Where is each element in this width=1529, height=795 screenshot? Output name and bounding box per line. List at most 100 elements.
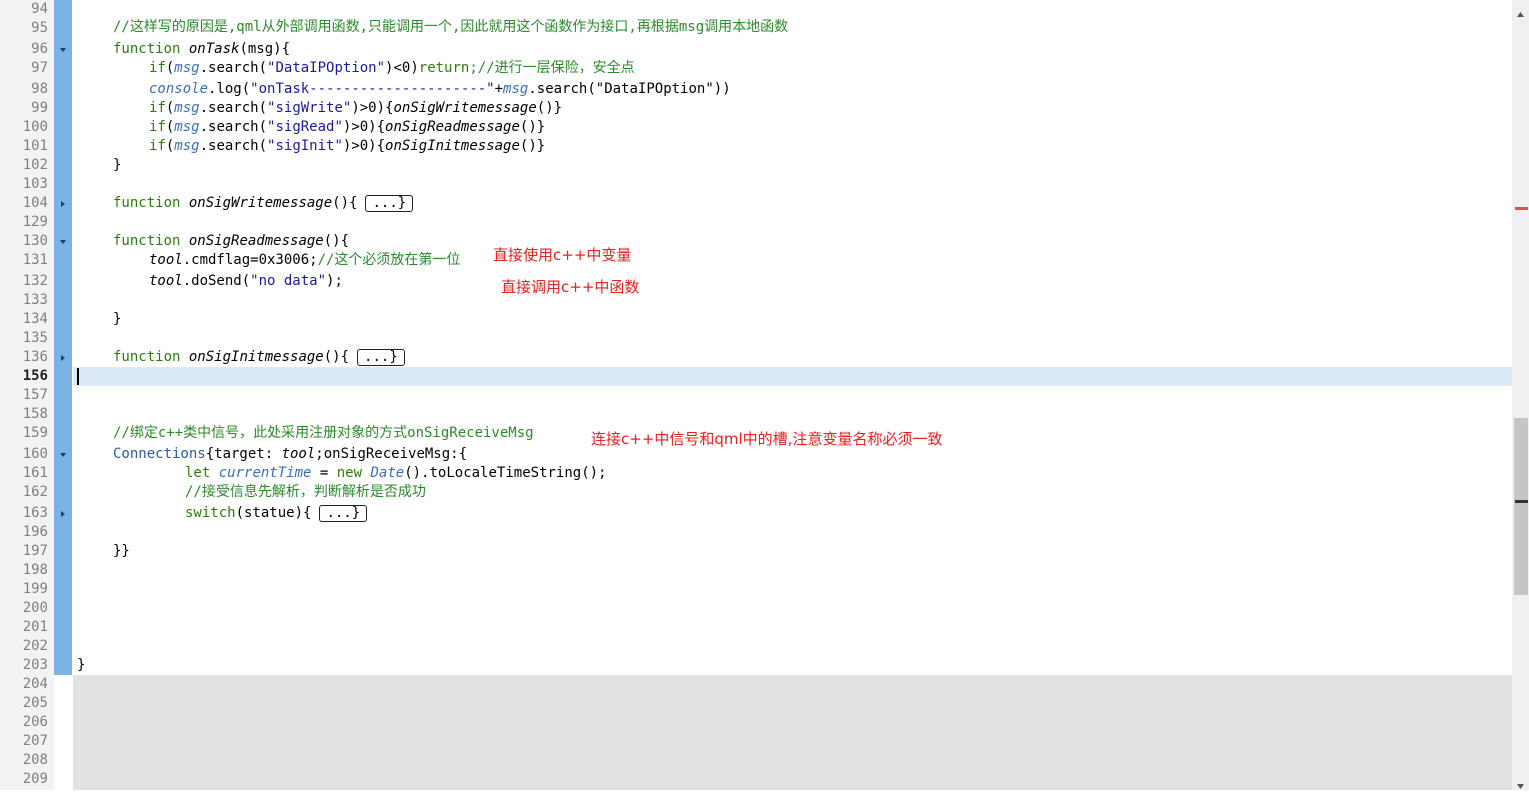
string-literal: "no data" bbox=[250, 273, 327, 289]
vertical-scrollbar[interactable] bbox=[1512, 0, 1529, 790]
code-line-136[interactable]: function onSigInitmessage(){...} bbox=[113, 348, 405, 367]
line-number: 100 bbox=[22, 119, 48, 135]
scroll-up-arrow-icon[interactable] bbox=[1516, 4, 1525, 17]
code-text: }} bbox=[113, 543, 130, 559]
identifier: tool bbox=[149, 273, 183, 289]
line-number: 95 bbox=[31, 20, 48, 36]
code-line-101[interactable]: if(msg.search("sigInit")>0){onSigInitmes… bbox=[149, 137, 545, 156]
code-line-96[interactable]: function onTask(msg){ bbox=[113, 40, 290, 59]
identifier: msg bbox=[174, 138, 200, 154]
code-text: )>0){ bbox=[342, 138, 386, 154]
fold-expanded-icon[interactable] bbox=[59, 238, 67, 246]
keyword: if bbox=[149, 100, 166, 116]
line-number: 156 bbox=[22, 368, 48, 384]
fold-collapsed-icon[interactable] bbox=[59, 354, 67, 362]
code-line-163[interactable]: switch(statue){...} bbox=[185, 504, 368, 523]
keyword: function bbox=[113, 41, 181, 57]
code-line-100[interactable]: if(msg.search("sigRead")>0){onSigReadmes… bbox=[149, 118, 545, 137]
identifier: msg bbox=[174, 100, 200, 116]
code-line-132[interactable]: tool.doSend("no data"); bbox=[149, 272, 343, 291]
code-text: ); bbox=[326, 273, 343, 289]
fold-collapsed-icon[interactable] bbox=[59, 200, 67, 208]
keyword: function bbox=[113, 195, 181, 211]
line-number: 99 bbox=[31, 100, 48, 116]
scroll-down-arrow-icon[interactable] bbox=[1516, 776, 1525, 789]
comment: //这个必须放在第一位 bbox=[317, 252, 461, 268]
code-text: (){ bbox=[332, 195, 358, 211]
fold-expanded-icon[interactable] bbox=[59, 451, 67, 459]
scrollbar-change-marker bbox=[1515, 207, 1528, 210]
code-line-98[interactable]: console.log("onTask---------------------… bbox=[149, 80, 731, 99]
code-text: + bbox=[494, 81, 504, 97]
code-line-102[interactable]: } bbox=[113, 156, 121, 175]
annotation-use-cpp-variable: 直接使用c++中变量 bbox=[493, 246, 632, 264]
code-line-160[interactable]: Connections{target: tool;onSigReceiveMsg… bbox=[113, 445, 467, 464]
code-text: ()} bbox=[519, 138, 546, 154]
code-line-130[interactable]: function onSigReadmessage(){ bbox=[113, 232, 349, 251]
line-number: 204 bbox=[22, 676, 48, 692]
line-number: 160 bbox=[22, 446, 48, 462]
folded-block-button[interactable]: ...} bbox=[319, 504, 368, 522]
keyword: function bbox=[113, 233, 181, 249]
fold-collapsed-icon[interactable] bbox=[59, 510, 67, 518]
line-number: 101 bbox=[22, 138, 48, 154]
identifier: msg bbox=[174, 119, 200, 135]
comment: //这样写的原因是,qml从外部调用函数,只能调用一个,因此就用这个函数作为接口… bbox=[113, 19, 789, 35]
line-number: 206 bbox=[22, 714, 48, 730]
code-text: .search("DataIPOption")) bbox=[528, 81, 731, 97]
code-text: } bbox=[77, 657, 86, 673]
code-line-197[interactable]: }} bbox=[113, 542, 130, 561]
line-number: 199 bbox=[22, 581, 48, 597]
scrollbar-caret-marker bbox=[1515, 500, 1528, 503]
line-number: 208 bbox=[22, 752, 48, 768]
code-line-203[interactable]: } bbox=[77, 656, 85, 675]
fold-expanded-icon[interactable] bbox=[59, 46, 67, 54]
code-line-162[interactable]: //接受信息先解析，判断解析是否成功 bbox=[185, 483, 426, 502]
identifier: msg bbox=[503, 81, 529, 97]
line-number: 207 bbox=[22, 733, 48, 749]
fold-margin[interactable] bbox=[54, 0, 72, 675]
keyword: switch bbox=[185, 505, 236, 521]
comment: //绑定c++类中信号，此处采用注册对象的方式onSigReceiveMsg bbox=[113, 425, 534, 441]
line-number: 161 bbox=[22, 465, 48, 481]
identifier: console bbox=[149, 81, 209, 97]
text-caret bbox=[77, 368, 79, 385]
annotation-connect-signal-slot: 连接c++中信号和qml中的槽,注意变量名称必须一致 bbox=[591, 430, 943, 448]
line-number: 203 bbox=[22, 657, 48, 673]
line-number: 157 bbox=[22, 387, 48, 403]
code-text: .log( bbox=[208, 81, 251, 97]
folded-block-button[interactable]: ...} bbox=[365, 194, 414, 212]
line-number: 163 bbox=[22, 505, 48, 521]
code-line-99[interactable]: if(msg.search("sigWrite")>0){onSigWritem… bbox=[149, 99, 562, 118]
function-call: onSigReadmessage bbox=[385, 119, 520, 135]
identifier: tool bbox=[149, 252, 183, 268]
line-number: 198 bbox=[22, 562, 48, 578]
line-number: 135 bbox=[22, 330, 48, 346]
scrollbar-thumb[interactable] bbox=[1514, 418, 1528, 595]
line-number: 132 bbox=[22, 273, 48, 289]
code-line-131[interactable]: tool.cmdflag=0x3006;//这个必须放在第一位 bbox=[149, 251, 460, 270]
line-number: 134 bbox=[22, 311, 48, 327]
identifier: currentTime bbox=[218, 465, 312, 481]
string-literal: "onTask---------------------" bbox=[250, 81, 495, 97]
line-number: 94 bbox=[31, 1, 48, 17]
code-line-159[interactable]: //绑定c++类中信号，此处采用注册对象的方式onSigReceiveMsg bbox=[113, 424, 534, 443]
function-call: onSigInitmessage bbox=[385, 138, 520, 154]
code-line-134[interactable]: } bbox=[113, 310, 121, 329]
keyword: new bbox=[336, 465, 363, 481]
code-line-104[interactable]: function onSigWritemessage(){...} bbox=[113, 194, 414, 213]
line-number: 104 bbox=[22, 195, 48, 211]
code-text: .search( bbox=[199, 60, 268, 76]
string-literal: "sigRead" bbox=[267, 119, 343, 135]
line-number: 129 bbox=[22, 214, 48, 230]
code-line-95[interactable]: //这样写的原因是,qml从外部调用函数,只能调用一个,因此就用这个函数作为接口… bbox=[113, 18, 788, 37]
keyword: return bbox=[418, 60, 470, 76]
code-line-161[interactable]: let currentTime = new Date().toLocaleTim… bbox=[185, 464, 607, 483]
folded-block-button[interactable]: ...} bbox=[357, 348, 405, 366]
line-number: 162 bbox=[22, 484, 48, 500]
code-text: )<0) bbox=[385, 60, 419, 76]
code-line-97[interactable]: if(msg.search("DataIPOption")<0)return;/… bbox=[149, 59, 635, 78]
line-number: 209 bbox=[22, 771, 48, 787]
keyword: if bbox=[149, 119, 166, 135]
line-number: 131 bbox=[22, 252, 48, 268]
